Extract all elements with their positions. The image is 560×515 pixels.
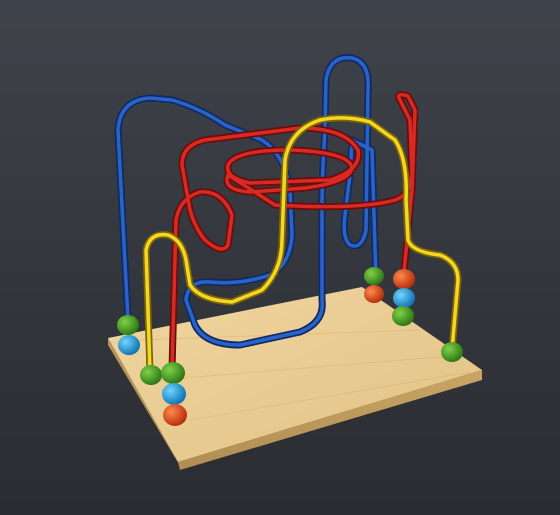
bead-cluster-back-center xyxy=(364,267,384,303)
bead-blue xyxy=(118,335,140,355)
bead-green xyxy=(441,342,463,362)
bead-red xyxy=(364,285,384,303)
bead-red xyxy=(163,404,187,426)
bead-blue xyxy=(162,383,186,405)
bead-green xyxy=(364,267,384,285)
bead-cluster-front-right xyxy=(441,342,463,362)
bead-cluster-back-right xyxy=(392,269,415,326)
bead-maze-render xyxy=(108,54,482,470)
bead-red xyxy=(393,269,415,289)
bead-green xyxy=(392,306,414,326)
bead-green xyxy=(140,365,162,385)
bead-blue xyxy=(393,288,415,308)
bead-green xyxy=(161,362,185,384)
3d-viewport xyxy=(0,0,560,515)
bead-green xyxy=(117,315,139,335)
